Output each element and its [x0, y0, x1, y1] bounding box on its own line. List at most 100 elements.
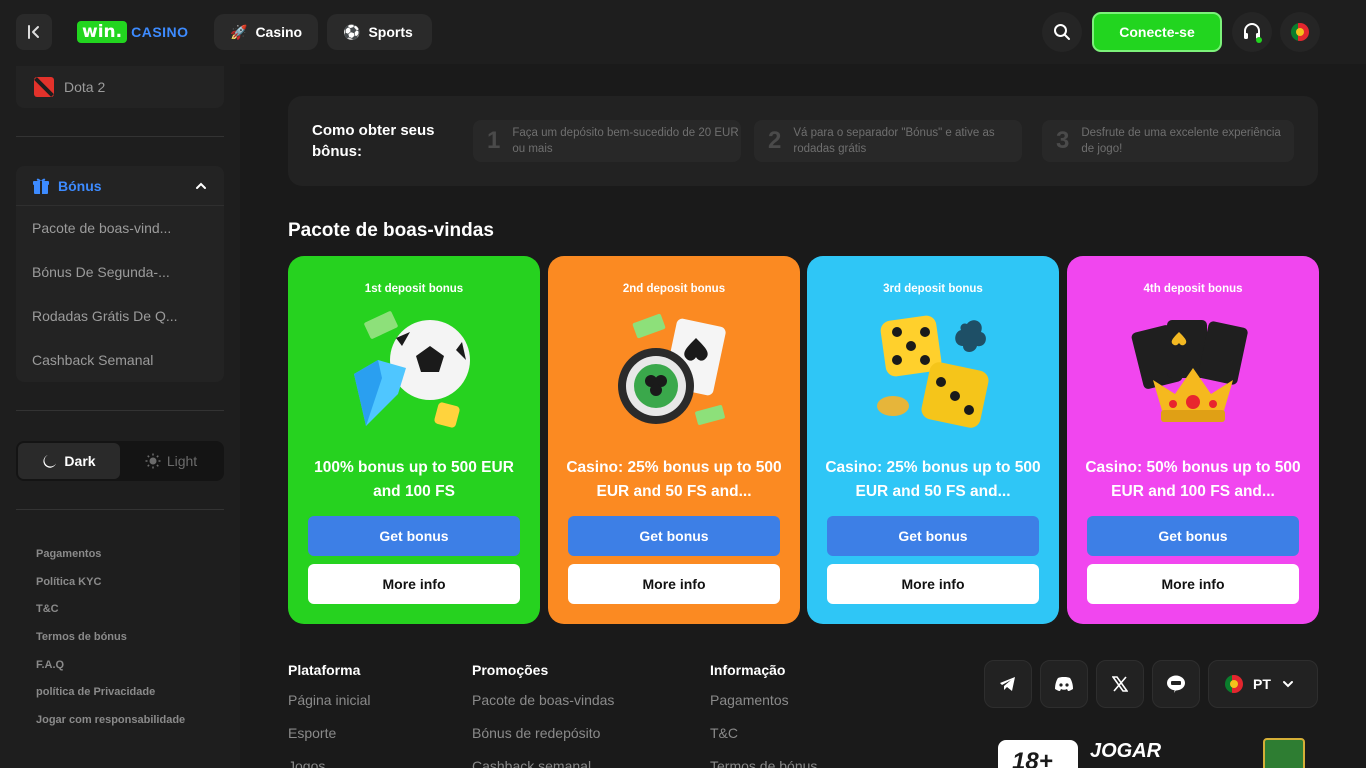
sun-icon	[145, 453, 161, 469]
footer-column-platform: Plataforma Página inicial Esporte Jogos	[288, 662, 371, 768]
step-text: Vá para o separador "Bónus" e ative as r…	[793, 127, 995, 155]
telegram-button[interactable]	[984, 660, 1032, 708]
bonus-group-label: Bónus	[58, 177, 102, 194]
nav-sports-label: Sports	[368, 24, 413, 40]
discord-button[interactable]	[1040, 660, 1088, 708]
nav-casino-label: Casino	[255, 24, 303, 40]
bonus-card-1: 1st deposit bonus 100% bonus up to 500 E…	[288, 256, 540, 624]
theme-dark-option[interactable]: Dark	[18, 443, 120, 479]
line-icon	[1167, 675, 1185, 693]
footer-link[interactable]: Pagamentos	[710, 692, 817, 725]
bonus-card-2: 2nd deposit bonus Casino: 25% bonus up t…	[548, 256, 800, 624]
search-button[interactable]	[1042, 12, 1082, 52]
footer-column-heading: Plataforma	[288, 662, 361, 678]
footer-link[interactable]: Bónus de redepósito	[472, 725, 614, 758]
card-label: 2nd deposit bonus	[622, 283, 726, 295]
sidebar-link-faq[interactable]: F.A.Q	[36, 651, 185, 679]
get-bonus-button[interactable]: Get bonus	[827, 516, 1039, 556]
sidebar-link-tc[interactable]: T&C	[36, 595, 185, 623]
line-button[interactable]	[1152, 660, 1200, 708]
footer-link[interactable]: Pacote de boas-vindas	[472, 692, 614, 725]
sidebar-collapse-button[interactable]	[16, 14, 52, 50]
discord-icon	[1055, 677, 1073, 691]
sidebar-link-kyc[interactable]: Política KYC	[36, 568, 185, 596]
chevron-down-icon	[1282, 681, 1293, 688]
step-number: 2	[768, 127, 782, 154]
theme-light-option[interactable]: Light	[120, 443, 222, 479]
logo-casino: CASINO	[131, 24, 189, 40]
more-info-button[interactable]: More info	[827, 564, 1039, 604]
footer-link[interactable]: Jogos	[288, 758, 371, 768]
more-info-button[interactable]: More info	[308, 564, 520, 604]
login-button[interactable]: Conecte-se	[1092, 12, 1222, 52]
footer-column-information: Informação Pagamentos T&C Termos de bónu…	[710, 662, 817, 768]
soccer-ball-icon: ⚽	[343, 23, 361, 40]
dice-illustration	[877, 315, 989, 428]
crown-cards-illustration	[1131, 320, 1248, 422]
sidebar-link-payments[interactable]: Pagamentos	[36, 540, 185, 568]
how-to-step: 3 Desfrute de uma excelente experiência …	[1042, 120, 1294, 162]
bonus-card-3: 3rd deposit bonus Casino: 25% bonus up t…	[807, 256, 1059, 624]
card-label: 4th deposit bonus	[1143, 283, 1243, 295]
moon-icon	[43, 455, 57, 468]
sidebar-item-welcome-pack[interactable]: Pacote de boas-vind...	[16, 206, 224, 250]
site-logo[interactable]: win. CASINO	[77, 21, 189, 43]
sidebar-item-monday-bonus[interactable]: Bónus De Segunda-...	[16, 250, 224, 294]
sidebar-link-bonus-terms[interactable]: Termos de bónus	[36, 623, 185, 651]
footer-link[interactable]: T&C	[710, 725, 817, 758]
theme-dark-label: Dark	[64, 453, 96, 469]
sidebar-link-responsible[interactable]: Jogar com responsabilidade	[36, 706, 185, 734]
responsible-gaming-text: JOGAR	[1090, 740, 1162, 762]
card-description: Casino: 50% bonus up to 500 EUR and 100 …	[1085, 459, 1301, 500]
poker-chip-illustration	[618, 313, 726, 425]
sidebar-item-free-spins[interactable]: Rodadas Grátis De Q...	[16, 294, 224, 338]
step-text: Desfrute de uma excelente experiência de…	[1081, 127, 1281, 155]
support-button[interactable]	[1232, 12, 1272, 52]
get-bonus-button[interactable]: Get bonus	[308, 516, 520, 556]
rocket-icon: 🚀	[230, 23, 248, 40]
logo-win: win.	[77, 21, 128, 43]
x-button[interactable]	[1096, 660, 1144, 708]
top-header: win. CASINO 🚀 Casino ⚽ Sports Conecte-se	[0, 0, 1366, 64]
sidebar-divider	[16, 136, 224, 137]
card-label: 3rd deposit bonus	[883, 283, 983, 295]
footer-column-promotions: Promoções Pacote de boas-vindas Bónus de…	[472, 662, 614, 768]
card-description: 100% bonus up to 500 EUR and 100 FS	[314, 459, 514, 500]
gift-icon	[33, 178, 49, 194]
get-bonus-button[interactable]: Get bonus	[1087, 516, 1299, 556]
step-number: 3	[1056, 127, 1070, 154]
footer-column-heading: Informação	[710, 662, 786, 678]
collapse-left-icon	[28, 25, 39, 39]
card-label: 1st deposit bonus	[364, 283, 464, 295]
more-info-button[interactable]: More info	[1087, 564, 1299, 604]
how-to-title: Como obter seus bônus:	[312, 122, 435, 160]
welcome-pack-title: Pacote de boas-vindas	[288, 220, 494, 241]
language-code: PT	[1253, 676, 1271, 692]
bonus-group-header[interactable]: Bónus	[16, 166, 224, 206]
step-text: Faça um depósito bem-sucedido de 20 EUR …	[512, 127, 739, 155]
get-bonus-button[interactable]: Get bonus	[568, 516, 780, 556]
footer-link[interactable]: Esporte	[288, 725, 371, 758]
sidebar-item-label: Dota 2	[64, 79, 106, 95]
license-seal-icon[interactable]	[1263, 738, 1305, 768]
sidebar-divider	[16, 410, 224, 411]
soccer-diamond-illustration	[354, 311, 470, 428]
dota-icon	[34, 77, 54, 97]
search-icon	[1054, 24, 1070, 40]
sidebar-divider	[16, 509, 224, 510]
nav-casino[interactable]: 🚀 Casino	[214, 14, 318, 50]
nav-sports[interactable]: ⚽ Sports	[327, 14, 432, 50]
sidebar-item-dota2[interactable]: Dota 2	[16, 66, 224, 108]
sidebar-item-weekly-cashback[interactable]: Cashback Semanal	[16, 338, 224, 382]
telegram-icon	[1000, 677, 1015, 691]
language-select[interactable]: PT	[1208, 660, 1318, 708]
footer-link[interactable]: Cashback semanal	[472, 758, 614, 768]
theme-light-label: Light	[166, 453, 198, 469]
how-to-step: 2 Vá para o separador "Bónus" e ative as…	[754, 120, 1022, 162]
sidebar-link-privacy[interactable]: política de Privacidade	[36, 678, 185, 706]
footer-link[interactable]: Termos de bónus	[710, 758, 817, 768]
more-info-button[interactable]: More info	[568, 564, 780, 604]
footer-link[interactable]: Página inicial	[288, 692, 371, 725]
language-flag-button[interactable]	[1280, 12, 1320, 52]
sidebar: Dota 2 Bónus Pacote de boas-vind... Bónu…	[0, 64, 240, 768]
